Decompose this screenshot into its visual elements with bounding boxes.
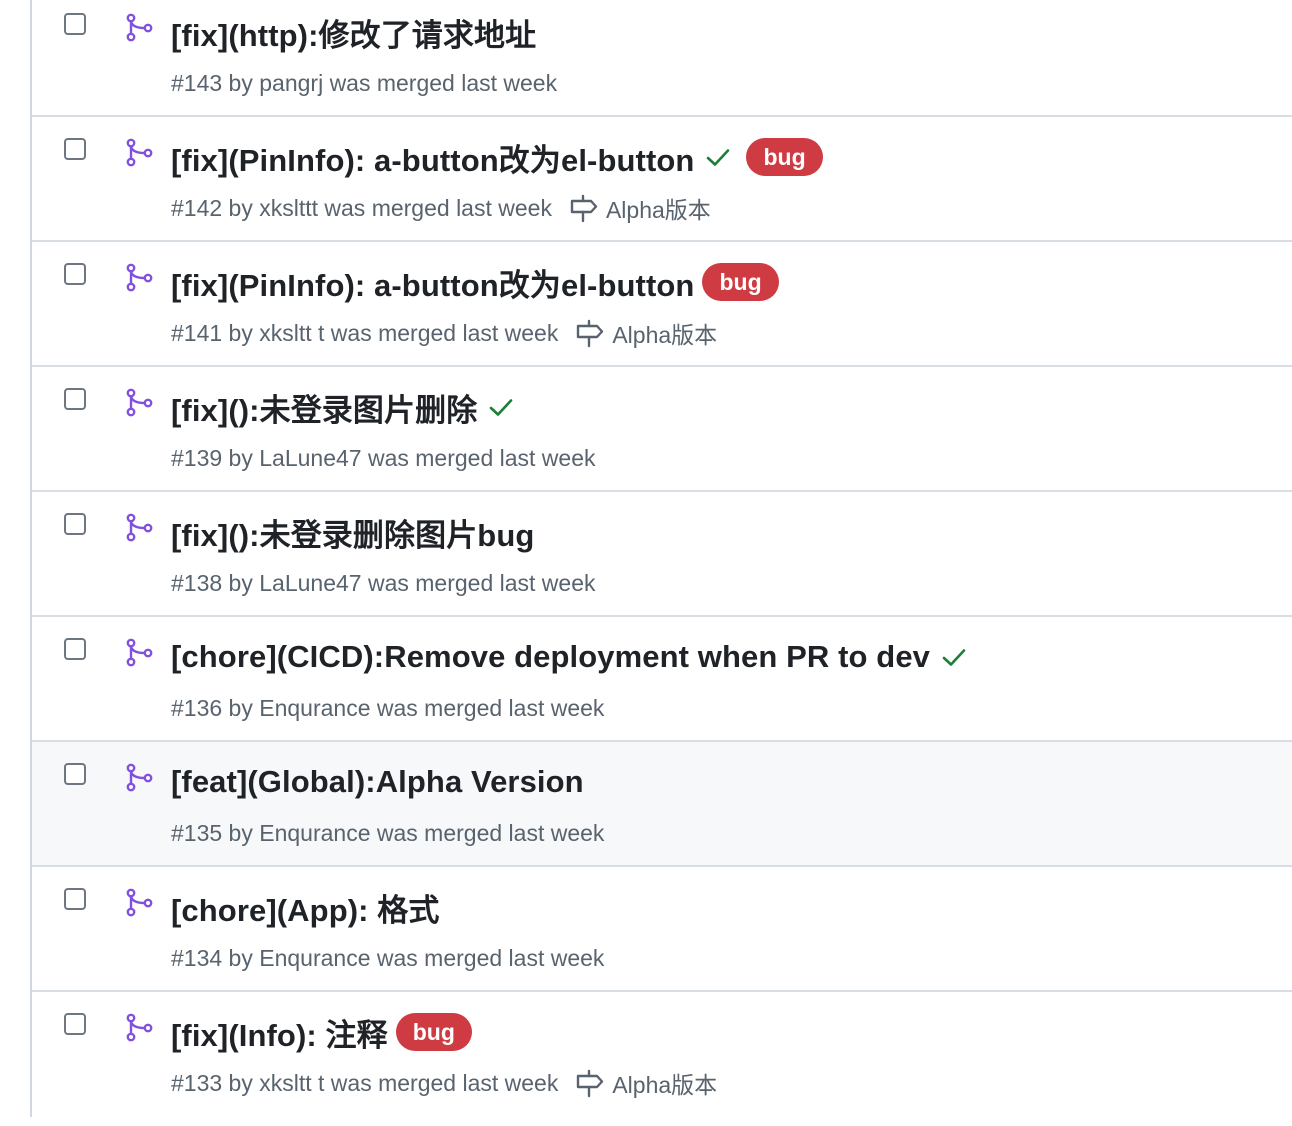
- pull-request-title[interactable]: [feat](Global):Alpha Version: [171, 764, 584, 800]
- pull-request-meta: #134 by Enqurance was merged last week: [171, 944, 605, 971]
- milestone-icon: [570, 194, 598, 223]
- select-checkbox[interactable]: [64, 513, 86, 535]
- pull-request-title[interactable]: [fix](Info): 注释: [171, 1010, 388, 1055]
- pull-request-list: [fix](http):修改了请求地址 #143 by pangrj was m…: [30, 0, 1292, 1117]
- milestone-name: Alpha版本: [612, 322, 718, 348]
- pull-request-row[interactable]: [fix](http):修改了请求地址 #143 by pangrj was m…: [32, 0, 1292, 117]
- check-icon[interactable]: [704, 143, 732, 171]
- select-checkbox[interactable]: [64, 888, 86, 910]
- pull-request-meta: #141 by xksltt t was merged last week: [171, 319, 559, 346]
- git-merge-icon: [126, 638, 153, 667]
- pull-request-row[interactable]: [fix](PinInfo): a-button改为el-button bug …: [32, 117, 1292, 242]
- pull-request-meta: #133 by xksltt t was merged last week: [171, 1069, 559, 1096]
- select-checkbox[interactable]: [64, 263, 86, 285]
- milestone-icon: [577, 1069, 604, 1098]
- pull-request-meta: #135 by Enqurance was merged last week: [171, 819, 605, 846]
- pull-request-row[interactable]: [feat](Global):Alpha Version #135 by Enq…: [32, 742, 1292, 867]
- git-merge-icon: [126, 1013, 153, 1042]
- pull-request-title[interactable]: [fix](PinInfo): a-button改为el-button: [171, 260, 694, 305]
- milestone-link[interactable]: Alpha版本: [574, 1066, 717, 1100]
- git-merge-icon: [126, 513, 153, 542]
- pull-request-title[interactable]: [chore](CICD):Remove deployment when PR …: [171, 639, 930, 675]
- pull-request-meta: #136 by Enqurance was merged last week: [171, 694, 605, 721]
- pull-request-title[interactable]: [chore](App): 格式: [171, 885, 440, 930]
- pull-request-meta: #142 by xkslttt was merged last week: [171, 194, 552, 221]
- pull-request-title[interactable]: [fix](http):修改了请求地址: [171, 10, 536, 55]
- git-merge-icon: [126, 888, 153, 917]
- milestone-link[interactable]: Alpha版本: [568, 191, 711, 225]
- pull-request-meta: #138 by LaLune47 was merged last week: [171, 569, 596, 596]
- pull-request-row[interactable]: [fix](PinInfo): a-button改为el-button bug …: [32, 242, 1292, 367]
- label-bug[interactable]: bug: [702, 263, 779, 301]
- pull-request-title[interactable]: [fix]():未登录删除图片bug: [171, 510, 534, 555]
- check-icon[interactable]: [940, 643, 968, 671]
- git-merge-icon: [126, 763, 153, 792]
- git-merge-icon: [126, 138, 153, 167]
- label-bug[interactable]: bug: [746, 138, 823, 176]
- pull-request-meta: #143 by pangrj was merged last week: [171, 69, 558, 96]
- milestone-name: Alpha版本: [605, 197, 711, 223]
- pull-request-meta: #139 by LaLune47 was merged last week: [171, 444, 596, 471]
- select-checkbox[interactable]: [64, 763, 86, 785]
- milestone-icon: [577, 319, 604, 348]
- git-merge-icon: [126, 13, 153, 42]
- check-icon[interactable]: [487, 393, 515, 421]
- select-checkbox[interactable]: [64, 638, 86, 660]
- select-checkbox[interactable]: [64, 138, 86, 160]
- pull-request-row[interactable]: [fix]():未登录图片删除 #139 by LaLune47 was mer…: [32, 367, 1292, 492]
- label-bug[interactable]: bug: [395, 1013, 472, 1051]
- milestone-link[interactable]: Alpha版本: [574, 316, 717, 350]
- git-merge-icon: [126, 388, 153, 417]
- milestone-name: Alpha版本: [612, 1072, 718, 1098]
- pull-request-row[interactable]: [chore](CICD):Remove deployment when PR …: [32, 617, 1292, 742]
- pull-request-row[interactable]: [fix]():未登录删除图片bug #138 by LaLune47 was …: [32, 492, 1292, 617]
- select-checkbox[interactable]: [64, 13, 86, 35]
- pull-request-row[interactable]: [chore](App): 格式 #134 by Enqurance was m…: [32, 867, 1292, 992]
- pull-request-title[interactable]: [fix]():未登录图片删除: [171, 385, 477, 430]
- git-merge-icon: [126, 263, 153, 292]
- select-checkbox[interactable]: [64, 1013, 86, 1035]
- pull-request-title[interactable]: [fix](PinInfo): a-button改为el-button: [171, 135, 694, 180]
- select-checkbox[interactable]: [64, 388, 86, 410]
- pull-request-row[interactable]: [fix](Info): 注释 bug #133 by xksltt t was…: [32, 992, 1292, 1117]
